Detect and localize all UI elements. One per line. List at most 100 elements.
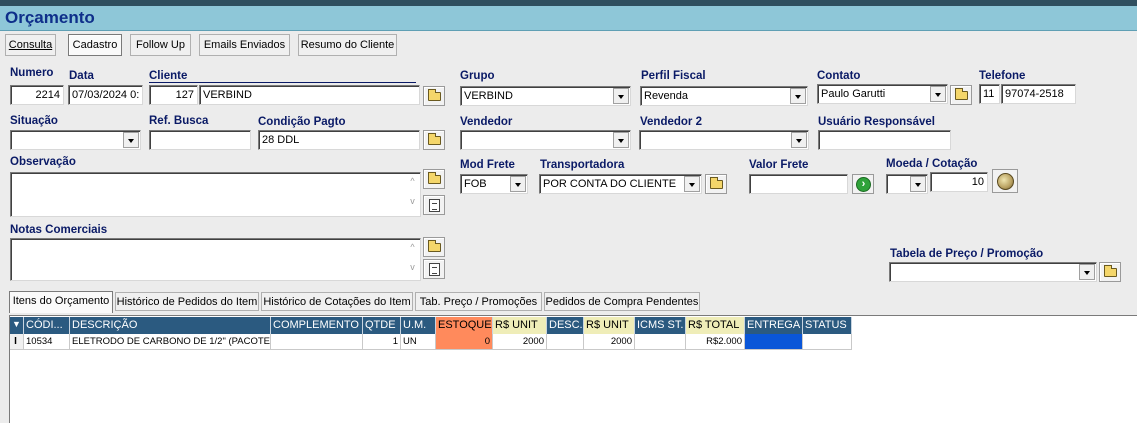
tab-historico-pedidos[interactable]: Histórico de Pedidos do Item <box>115 292 259 311</box>
telefone-number-field[interactable]: 97074-2518 <box>1001 84 1076 104</box>
tabela-preco-search-button[interactable] <box>1099 262 1121 282</box>
tab-follow-up[interactable]: Follow Up <box>130 34 191 56</box>
telefone-ddd-field[interactable]: 11 <box>979 84 1000 104</box>
vendedor-select[interactable] <box>460 130 631 150</box>
cell-desc[interactable] <box>547 334 584 350</box>
table-row[interactable]: I 10534 ELETRODO DE CARBONO DE 1/2" (PAC… <box>10 334 852 350</box>
items-grid[interactable]: ▼ CÓDI... DESCRIÇÃO COMPLEMENTO QTDE U.M… <box>9 315 1137 423</box>
vendedor2-select[interactable] <box>639 130 809 150</box>
cell-rs-unit-liq[interactable]: 2000 <box>584 334 635 350</box>
col-rs-unit-liq[interactable]: R$ UNIT <box>584 317 635 334</box>
data-label: Data <box>69 70 94 82</box>
cell-complemento[interactable] <box>271 334 363 350</box>
tabela-preco-select[interactable] <box>889 262 1097 282</box>
tab-consulta-label: Consulta <box>8 39 53 51</box>
row-indicator[interactable]: I <box>10 334 24 350</box>
folder-icon <box>955 88 968 100</box>
folder-icon <box>428 172 441 184</box>
transportadora-search-button[interactable] <box>705 174 727 194</box>
cliente-label: Cliente <box>149 70 416 83</box>
notas-doc-button[interactable] <box>423 259 445 279</box>
grid-header: ▼ CÓDI... DESCRIÇÃO COMPLEMENTO QTDE U.M… <box>10 317 852 334</box>
chevron-down-icon[interactable] <box>123 132 139 148</box>
tab-resumo-do-cliente[interactable]: Resumo do Cliente <box>298 34 397 56</box>
notas-folder-button[interactable] <box>423 237 445 257</box>
ref-busca-field[interactable] <box>149 130 251 150</box>
cotacao-field[interactable]: 10 <box>930 172 988 192</box>
tab-historico-cotacoes[interactable]: Histórico de Cotações do Item <box>261 292 413 311</box>
col-estoque[interactable]: ESTOQUE <box>436 317 493 334</box>
chevron-down-icon[interactable] <box>791 132 807 148</box>
folder-icon <box>1104 265 1117 277</box>
col-complemento[interactable]: COMPLEMENTO <box>271 317 363 334</box>
col-qtde[interactable]: QTDE <box>363 317 401 334</box>
valor-frete-field[interactable] <box>749 174 848 194</box>
cotacao-button[interactable] <box>992 169 1018 193</box>
col-rs-unit[interactable]: R$ UNIT <box>493 317 547 334</box>
cell-estoque[interactable]: 0 <box>436 334 493 350</box>
cell-icms-st[interactable] <box>635 334 686 350</box>
transportadora-select[interactable]: POR CONTA DO CLIENTE <box>539 174 702 194</box>
cell-rs-unit[interactable]: 2000 <box>493 334 547 350</box>
chevron-down-icon[interactable] <box>510 176 526 192</box>
grupo-value: VERBIND <box>464 90 513 102</box>
notas-comerciais-label: Notas Comerciais <box>10 224 108 236</box>
condicao-pagto-search-button[interactable] <box>423 130 445 150</box>
cell-descricao[interactable]: ELETRODO DE CARBONO DE 1/2" (PACOTE C <box>70 334 271 350</box>
col-descricao[interactable]: DESCRIÇÃO <box>70 317 271 334</box>
cell-status[interactable] <box>803 334 852 350</box>
cell-codigo[interactable]: 10534 <box>24 334 70 350</box>
tab-consulta[interactable]: Consulta <box>5 34 56 56</box>
grid-indicator-header[interactable]: ▼ <box>10 317 24 334</box>
numero-field[interactable]: 2214 <box>10 85 64 105</box>
transportadora-value: POR CONTA DO CLIENTE <box>543 178 677 190</box>
col-desc[interactable]: DESC. <box>547 317 584 334</box>
chevron-down-icon[interactable] <box>613 132 629 148</box>
title-bar: Orçamento <box>0 6 1137 31</box>
contato-select[interactable]: Paulo Garutti <box>817 84 948 104</box>
cell-rs-total[interactable]: R$2.000 <box>686 334 745 350</box>
chevron-down-icon[interactable] <box>684 176 700 192</box>
situacao-select[interactable] <box>10 130 141 150</box>
cliente-code-field[interactable]: 127 <box>149 85 198 105</box>
tab-itens-do-orcamento[interactable]: Itens do Orçamento <box>9 291 113 313</box>
tab-preco-promocoes[interactable]: Tab. Preço / Promoções <box>415 292 542 311</box>
col-entrega[interactable]: ENTREGA <box>745 317 803 334</box>
col-um[interactable]: U.M. <box>401 317 436 334</box>
contato-search-button[interactable] <box>950 85 972 105</box>
data-field[interactable]: 07/03/2024 0: <box>68 85 143 105</box>
cell-um[interactable]: UN <box>401 334 436 350</box>
observacao-folder-button[interactable] <box>423 169 445 189</box>
tab-historico-pedidos-label: Histórico de Pedidos do Item <box>116 296 258 308</box>
chevron-down-icon[interactable] <box>613 88 629 104</box>
cell-entrega[interactable] <box>745 334 803 350</box>
tab-pedidos-compra[interactable]: Pedidos de Compra Pendentes <box>544 292 700 311</box>
cliente-search-button[interactable] <box>423 86 445 106</box>
contato-label: Contato <box>817 70 861 82</box>
moeda-select[interactable] <box>886 174 928 194</box>
col-status[interactable]: STATUS <box>803 317 852 334</box>
cell-qtde[interactable]: 1 <box>363 334 401 350</box>
tab-emails-enviados[interactable]: Emails Enviados <box>199 34 290 56</box>
usuario-responsavel-field[interactable] <box>818 130 951 150</box>
chevron-down-icon[interactable] <box>1079 264 1095 280</box>
chevron-down-icon[interactable] <box>930 86 946 102</box>
col-icms-st[interactable]: ICMS ST. <box>635 317 686 334</box>
col-rs-total[interactable]: R$ TOTAL <box>686 317 745 334</box>
grupo-label: Grupo <box>460 70 495 82</box>
condicao-pagto-field[interactable]: 28 DDL <box>258 130 420 150</box>
col-codigo[interactable]: CÓDI... <box>24 317 70 334</box>
observacao-doc-button[interactable] <box>423 195 445 215</box>
mod-frete-select[interactable]: FOB <box>460 174 528 194</box>
grupo-select[interactable]: VERBIND <box>460 86 631 106</box>
tab-cadastro[interactable]: Cadastro <box>68 34 122 56</box>
observacao-memo[interactable]: ^ v <box>10 172 421 217</box>
perfil-fiscal-select[interactable]: Revenda <box>640 86 808 106</box>
valor-frete-go-button[interactable]: › <box>852 174 874 194</box>
scrollbar[interactable]: ^ v <box>407 242 418 277</box>
notas-comerciais-memo[interactable]: ^ v <box>10 238 421 281</box>
scrollbar[interactable]: ^ v <box>407 176 418 213</box>
chevron-down-icon[interactable] <box>910 176 926 192</box>
cliente-name-field[interactable]: VERBIND <box>199 85 420 105</box>
chevron-down-icon[interactable] <box>790 88 806 104</box>
